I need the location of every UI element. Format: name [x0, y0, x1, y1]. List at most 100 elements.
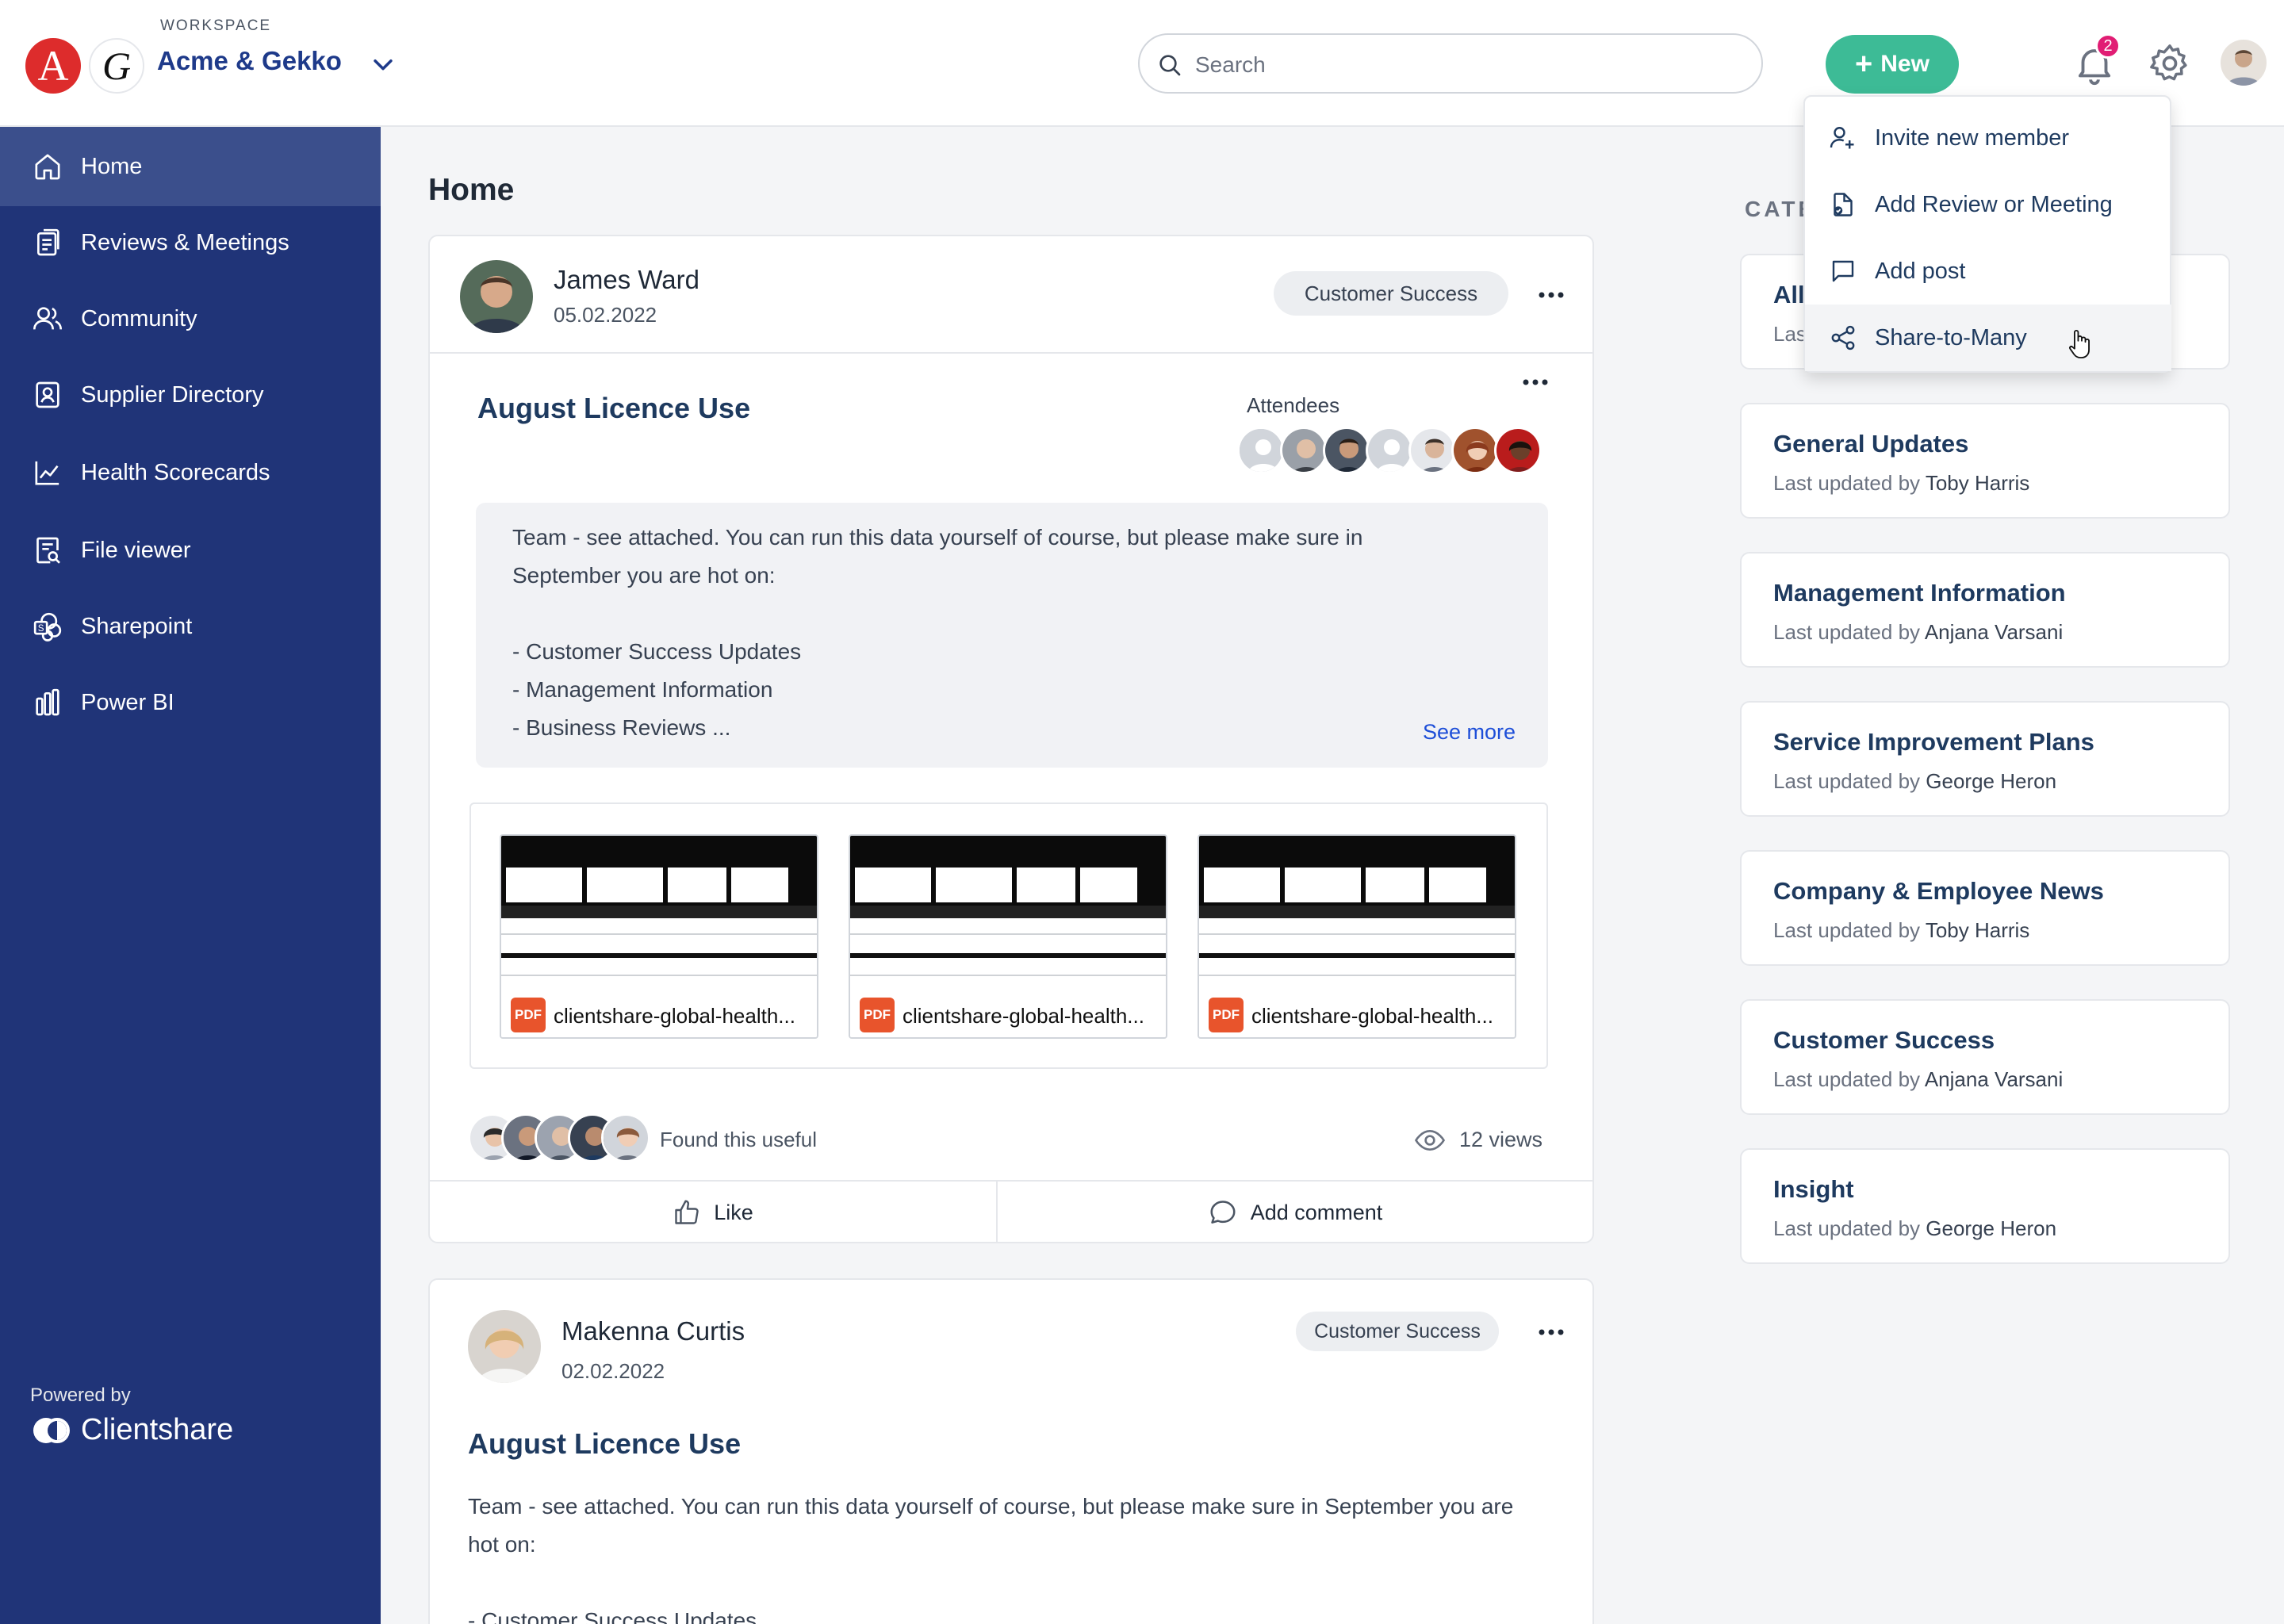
- post-body-text: Team - see attached. You can run this da…: [468, 1494, 1514, 1624]
- sidebar-item-label: Community: [81, 305, 197, 331]
- attachments-area: PDF clientshare-global-health... PDF cli…: [469, 802, 1548, 1069]
- category-tag[interactable]: Customer Success: [1296, 1312, 1499, 1351]
- author-name[interactable]: Makenna Curtis: [561, 1316, 745, 1346]
- file-search-icon: [36, 537, 60, 564]
- pdf-icon: PDF: [511, 998, 546, 1032]
- chevron-down-icon[interactable]: [370, 51, 397, 78]
- category-last-updated: Last updated by George Heron: [1773, 769, 2056, 794]
- menu-item-label: Add post: [1875, 258, 1966, 284]
- attachment-name[interactable]: clientshare-global-health...: [902, 1004, 1144, 1028]
- found-useful-label[interactable]: Found this useful: [660, 1128, 817, 1152]
- see-more-link[interactable]: See more: [1423, 720, 1516, 745]
- sidebar-item-reviews-meetings[interactable]: Reviews & Meetings: [0, 203, 381, 282]
- share-icon: [1831, 325, 1855, 350]
- post-date: 05.02.2022: [554, 303, 657, 327]
- attachment-thumbnail[interactable]: PDF clientshare-global-health...: [849, 834, 1167, 1039]
- menu-item-add-post[interactable]: Add post: [1805, 238, 2171, 304]
- sidebar-item-power-bi[interactable]: Power BI: [0, 663, 381, 742]
- search-icon: [1159, 55, 1181, 76]
- home-icon: [35, 154, 60, 180]
- clientshare-logo-icon: [33, 1417, 70, 1443]
- last-updated-prefix: Last updated by: [1773, 918, 1921, 942]
- attendee-avatar[interactable]: [1323, 427, 1370, 474]
- category-tag[interactable]: Customer Success: [1274, 271, 1508, 316]
- svg-text:S: S: [38, 623, 44, 634]
- category-card-insight[interactable]: Insight Last updated by George Heron: [1740, 1148, 2230, 1264]
- category-card-company-employee-news[interactable]: Company & Employee News Last updated by …: [1740, 850, 2230, 966]
- category-last-updated: Last updated by Toby Harris: [1773, 918, 2029, 943]
- new-dropdown-menu: Invite new member Add Review or Meeting …: [1803, 95, 2171, 373]
- menu-item-share-to-many[interactable]: Share-to-Many: [1805, 304, 2171, 371]
- attachment-thumbnail[interactable]: PDF clientshare-global-health...: [1198, 834, 1516, 1039]
- attachment-name[interactable]: clientshare-global-health...: [554, 1004, 795, 1028]
- attendee-avatar[interactable]: [1237, 427, 1285, 474]
- sidebar: Home Reviews & Meetings Community Suppli…: [0, 127, 381, 1624]
- category-card-service-improvement-plans[interactable]: Service Improvement Plans Last updated b…: [1740, 701, 2230, 817]
- document-preview-image: [501, 836, 817, 986]
- more-options-icon[interactable]: [1535, 1324, 1567, 1340]
- post-title[interactable]: August Licence Use: [468, 1427, 741, 1461]
- attachment-thumbnail[interactable]: PDF clientshare-global-health...: [500, 834, 818, 1039]
- category-last-updated: Last updated by George Heron: [1773, 1216, 2056, 1241]
- message-icon: [1832, 260, 1854, 282]
- workspace-name[interactable]: Acme & Gekko: [157, 46, 342, 76]
- attendee-avatar[interactable]: [1494, 427, 1542, 474]
- attendee-avatar[interactable]: [1280, 427, 1328, 474]
- sidebar-item-health-scorecards[interactable]: Health Scorecards: [0, 433, 381, 512]
- more-options-icon[interactable]: [1519, 374, 1551, 390]
- comment-icon: [1210, 1201, 1236, 1224]
- category-card-customer-success[interactable]: Customer Success Last updated by Anjana …: [1740, 999, 2230, 1115]
- category-last-updated: Last updated by Toby Harris: [1773, 471, 2029, 496]
- search-input[interactable]: [1195, 48, 1734, 82]
- attendee-avatar[interactable]: [1451, 427, 1499, 474]
- last-updated-by: Toby Harris: [1925, 918, 2030, 942]
- attachment-name[interactable]: clientshare-global-health...: [1251, 1004, 1493, 1028]
- divider: [430, 352, 1592, 354]
- attachment-footer: PDF clientshare-global-health...: [850, 986, 1166, 1037]
- like-button[interactable]: Like: [430, 1182, 996, 1243]
- category-title: General Updates: [1773, 430, 1969, 458]
- category-card-general-updates[interactable]: General Updates Last updated by Toby Har…: [1740, 403, 2230, 519]
- documents-icon: [37, 228, 59, 256]
- new-button[interactable]: + New: [1826, 35, 1959, 94]
- author-name[interactable]: James Ward: [554, 265, 699, 295]
- category-title: Management Information: [1773, 579, 2066, 607]
- category-card-management-information[interactable]: Management Information Last updated by A…: [1740, 552, 2230, 668]
- search-bar[interactable]: [1138, 33, 1763, 94]
- author-avatar[interactable]: [468, 1310, 541, 1383]
- sidebar-item-supplier-directory[interactable]: Supplier Directory: [0, 355, 381, 435]
- document-preview-image: [850, 836, 1166, 986]
- attendee-avatar[interactable]: [1408, 427, 1456, 474]
- menu-item-add-review-meeting[interactable]: Add Review or Meeting: [1805, 171, 2171, 238]
- company-logo-g: G: [89, 38, 144, 94]
- sidebar-item-file-viewer[interactable]: File viewer: [0, 511, 381, 590]
- sidebar-item-label: Home: [81, 153, 143, 179]
- post-title[interactable]: August Licence Use: [477, 392, 750, 425]
- attachment-footer: PDF clientshare-global-health...: [501, 986, 817, 1037]
- last-updated-by: Anjana Varsani: [1924, 1067, 2064, 1091]
- last-updated-prefix: Last updated by: [1773, 471, 1921, 495]
- sidebar-item-sharepoint[interactable]: S Sharepoint: [0, 587, 381, 666]
- attendees-label: Attendees: [1247, 393, 1340, 417]
- contact-card-icon: [36, 381, 59, 408]
- notification-badge: 2: [2095, 33, 2121, 59]
- more-options-icon[interactable]: [1535, 287, 1567, 303]
- hand-cursor-icon: [2069, 329, 2090, 358]
- menu-item-invite-member[interactable]: Invite new member: [1805, 105, 2171, 171]
- last-updated-prefix: Last updated by: [1773, 1216, 1921, 1240]
- new-button-label: New: [1880, 51, 1930, 77]
- add-comment-button[interactable]: Add comment: [998, 1182, 1592, 1243]
- gear-icon[interactable]: [2148, 41, 2192, 86]
- author-avatar[interactable]: [460, 260, 533, 333]
- post-date: 02.02.2022: [561, 1359, 665, 1383]
- reaction-avatar[interactable]: [601, 1113, 650, 1162]
- company-logo-a: A: [25, 38, 81, 94]
- chart-icon: [35, 461, 59, 485]
- sidebar-item-label: Supplier Directory: [81, 381, 264, 408]
- menu-item-label: Invite new member: [1875, 124, 2069, 151]
- last-updated-by: Anjana Varsani: [1924, 620, 2064, 644]
- sidebar-item-home[interactable]: Home: [0, 127, 381, 206]
- user-avatar[interactable]: [2221, 40, 2267, 86]
- sidebar-item-community[interactable]: Community: [0, 279, 381, 358]
- attendee-avatar[interactable]: [1366, 427, 1413, 474]
